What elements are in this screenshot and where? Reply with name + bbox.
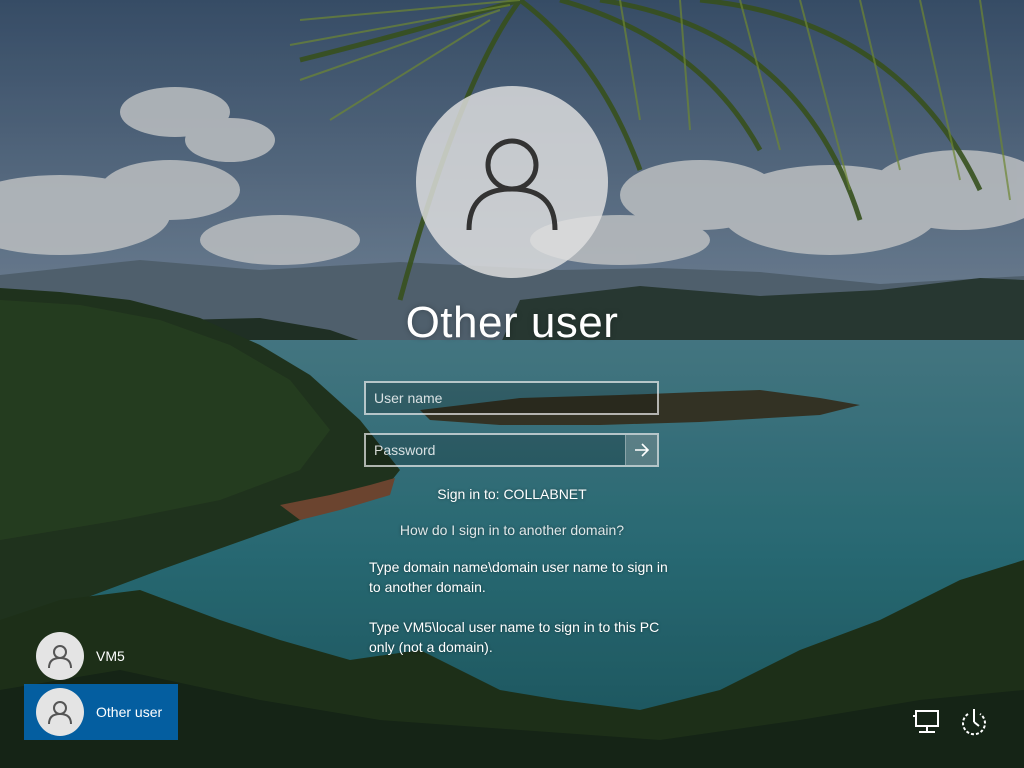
- power-icon[interactable]: [958, 706, 990, 738]
- username-field[interactable]: [364, 381, 659, 415]
- user-tile-other-user[interactable]: Other user: [24, 684, 178, 740]
- username-input[interactable]: [366, 383, 657, 413]
- sign-in-domain-text: Sign in to: COLLABNET: [437, 486, 587, 502]
- tile-avatar: [36, 632, 84, 680]
- password-field[interactable]: [364, 433, 659, 467]
- submit-button[interactable]: [625, 435, 657, 465]
- user-title: Other user: [405, 298, 619, 347]
- person-icon: [466, 138, 558, 231]
- tile-avatar: [36, 688, 84, 736]
- user-tile-vm5[interactable]: VM5: [24, 628, 178, 684]
- domain-help-link[interactable]: How do I sign in to another domain?: [0, 522, 1024, 538]
- network-icon[interactable]: [911, 706, 943, 738]
- person-icon: [48, 701, 72, 725]
- password-input[interactable]: [366, 435, 625, 465]
- user-tile-label: VM5: [96, 648, 125, 664]
- user-tile-label: Other user: [96, 704, 163, 720]
- domain-help-text: Type domain name\domain user name to sig…: [369, 559, 668, 595]
- local-help-text: Type VM5\local user name to sign in to t…: [369, 619, 660, 655]
- user-avatar: [416, 86, 608, 278]
- arrow-right-icon: [634, 443, 649, 457]
- person-icon: [48, 645, 72, 669]
